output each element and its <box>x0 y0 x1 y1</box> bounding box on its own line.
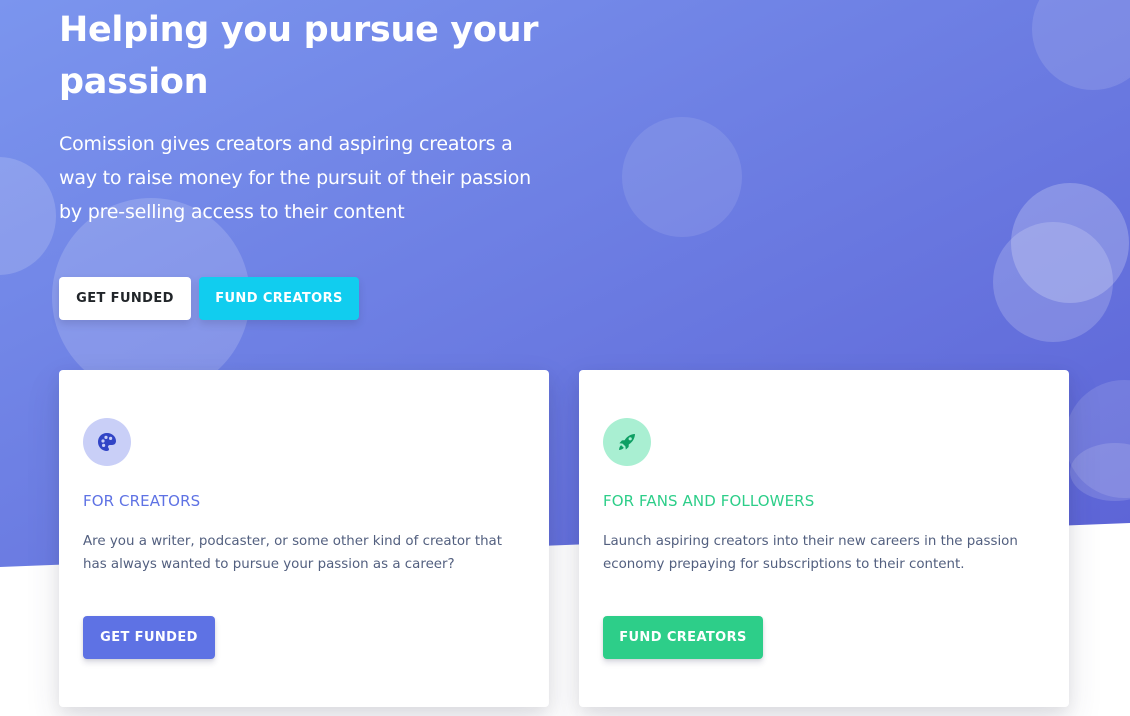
hero-button-group: GET FUNDED FUND CREATORS <box>59 277 359 320</box>
card-fund-creators-button[interactable]: FUND CREATORS <box>603 616 763 659</box>
decorative-circle <box>993 222 1113 342</box>
card-title: FOR CREATORS <box>83 492 201 510</box>
hero-description: Comission gives creators and aspiring cr… <box>59 133 532 223</box>
card-description: Are you a writer, podcaster, or some oth… <box>83 534 503 572</box>
hero-title: Helping you pursue your passion <box>59 10 539 102</box>
decorative-circle <box>622 117 742 237</box>
card-description: Launch aspiring creators into their new … <box>603 534 1018 572</box>
card-get-funded-button[interactable]: GET FUNDED <box>83 616 215 659</box>
fund-creators-button[interactable]: FUND CREATORS <box>199 277 359 320</box>
rocket-icon <box>603 418 651 466</box>
get-funded-button[interactable]: GET FUNDED <box>59 277 191 320</box>
creators-card: FOR CREATORS Are you a writer, podcaster… <box>59 370 549 707</box>
fans-card: FOR FANS AND FOLLOWERS Launch aspiring c… <box>579 370 1069 707</box>
card-title: FOR FANS AND FOLLOWERS <box>603 492 815 510</box>
landing-page: Helping you pursue your passion Comissio… <box>0 0 1130 716</box>
rocket-icon-glyph <box>619 434 635 450</box>
palette-icon-glyph <box>98 433 116 451</box>
palette-icon <box>83 418 131 466</box>
